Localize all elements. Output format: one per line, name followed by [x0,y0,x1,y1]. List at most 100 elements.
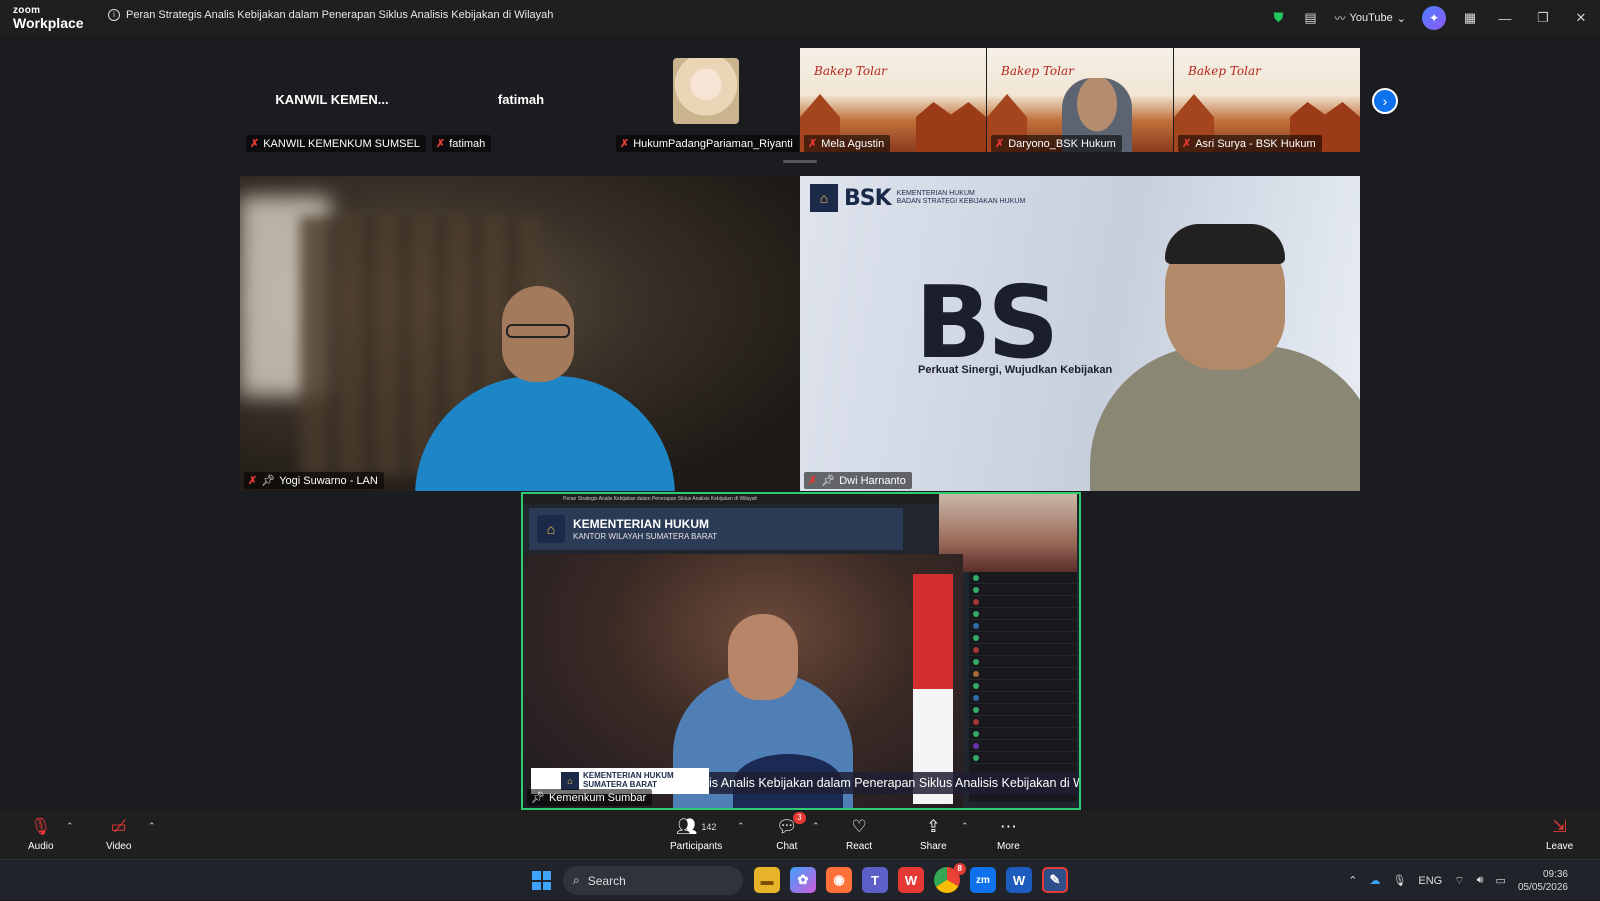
system-tray: ⌃ ☁ 🎙︎ ENG ⌔ 🔊︎ ▭ 09:36 05/05/2026 [1342,860,1600,901]
bsk-logo: ⌂ BSK KEMENTERIAN HUKUM BADAN STRATEGI K… [810,184,1025,212]
video-tile-sumbar-active-speaker[interactable]: Peran Strategis Analis Kebijakan dalam P… [521,492,1081,810]
heart-icon: ♡ [851,817,867,836]
security-shield-icon[interactable]: ⛊ [1271,10,1287,26]
language-indicator[interactable]: ENG [1418,875,1442,887]
mic-off-icon: ✗ [1182,138,1192,150]
audio-button[interactable]: 🎙︎ Audio [28,815,54,852]
zoom-icon[interactable]: zm [970,867,996,893]
pin-icon: 📌︎ [531,792,545,804]
chevron-up-icon[interactable]: ⌃ [1348,874,1357,887]
firefox-icon[interactable]: ◉ [826,867,852,893]
video-tile-yogi[interactable]: ✗ 📌︎ Yogi Suwarno - LAN [240,176,800,491]
react-label: React [846,841,873,852]
mic-off-icon: ✗ [248,475,258,487]
thumbnail-mela[interactable]: Bakep Tolar ✗ Mela Agustin [800,48,986,152]
volume-icon[interactable]: 🔊︎ [1477,874,1484,887]
mic-off-icon: ✗ [436,138,446,150]
more-button[interactable]: ⋯ More [997,815,1020,852]
list-item [969,608,1077,620]
bsk-logo-text: BSK [844,185,892,211]
status-dot [973,706,979,713]
participant-label-text: KANWIL KEMENKUM SUMSEL [263,137,420,150]
participants-count: 142 [701,822,717,832]
wps-icon[interactable]: W [898,867,924,893]
share-options-caret[interactable]: ⌃ [961,821,969,832]
gallery-view-icon[interactable]: ▦ [1462,10,1478,26]
status-dot [973,634,979,641]
participant-label: ✗ 📌︎ Yogi Suwarno - LAN [244,472,384,489]
livestream-youtube-button[interactable]: 〰 YouTube ⌄ [1335,10,1406,26]
status-dot [973,658,979,665]
speaker-head [728,614,798,700]
wifi-icon[interactable]: ⌔ [1454,874,1464,888]
ai-companion-icon[interactable]: ✦ [1422,6,1446,30]
emblem-icon: ⌂ [810,184,838,212]
audio-options-caret[interactable]: ⌃ [66,821,74,832]
zoom-logo: zoom Workplace [13,6,84,31]
meeting-toolbar: 🎙︎ Audio ⌃ ▭̸ Video ⌃ 👥︎ 142 Participants… [0,811,1600,859]
title-bar: zoom Workplace i Peran Strategis Analis … [0,0,1600,36]
participant-name: fatimah [497,92,545,107]
react-button[interactable]: ♡ React [846,815,872,852]
strip-resize-handle[interactable] [783,160,817,163]
logo-bottom-text: Workplace [13,15,84,31]
video-off-icon: ▭̸ [110,817,127,836]
video-tile-dwi[interactable]: ⌂ BSK KEMENTERIAN HUKUM BADAN STRATEGI K… [800,176,1360,491]
more-icon: ⋯ [999,817,1017,836]
meeting-title[interactable]: i Peran Strategis Analis Kebijakan dalam… [108,9,553,21]
restore-button[interactable]: ❐ [1524,10,1562,26]
participants-button[interactable]: 👥︎ 142 Participants [670,815,722,852]
info-icon[interactable]: i [108,9,120,21]
next-page-button[interactable]: › [1372,88,1398,114]
chevron-right-icon: › [1382,93,1388,109]
participant-label-text: Daryono_BSK Hukum [1008,137,1116,150]
leave-button[interactable]: ⇲ Leave [1546,815,1573,852]
list-item [969,716,1077,728]
mic-off-icon: ✗ [995,138,1005,150]
file-explorer-icon[interactable]: ▬ [754,867,780,893]
copilot-icon[interactable]: ✿ [790,867,816,893]
avatar [673,58,739,124]
video-label: Video [106,841,132,852]
thumbnail-daryono[interactable]: Bakep Tolar ✗ Daryono_BSK Hukum [987,48,1173,152]
onedrive-icon[interactable]: ☁ [1369,874,1380,887]
live-stream-icon: 〰 [1334,13,1346,25]
pin-icon: 📌︎ [821,475,836,487]
chrome-icon[interactable]: 8 [934,863,966,893]
status-dot [973,742,979,749]
video-button[interactable]: ▭̸ Video [106,815,131,852]
chat-button[interactable]: 💬︎ 3 Chat [776,812,806,852]
chat-options-caret[interactable]: ⌃ [812,821,820,832]
list-item [969,752,1077,764]
word-icon[interactable]: W [1006,867,1032,893]
status-dot [973,694,979,701]
teams-icon[interactable]: T [862,867,888,893]
list-item [969,704,1077,716]
start-button[interactable] [532,871,551,890]
thumbnail-riyanti[interactable]: ✗ HukumPadangPariaman_Riyanti [612,48,802,152]
mic-off-icon: ✗ [620,138,630,150]
clock[interactable]: 09:36 05/05/2026 [1518,868,1568,894]
minimize-button[interactable]: — [1486,11,1524,26]
participants-options-caret[interactable]: ⌃ [737,821,745,832]
notes-icon[interactable]: ▤ [1303,10,1319,26]
list-item [969,692,1077,704]
shared-header-subtitle: KANTOR WILAYAH SUMATERA BARAT [573,531,718,541]
share-button[interactable]: ⇪ Share [920,815,947,852]
taskbar-search[interactable]: ⌕ Search [563,866,743,895]
thumbnail-asri[interactable]: Bakep Tolar ✗ Asri Surya - BSK Hukum [1174,48,1360,152]
battery-icon[interactable]: ▭ [1496,874,1506,887]
thumbnail-fatimah[interactable]: fatimah ✗ fatimah [428,48,614,152]
participant-label: ✗ Mela Agustin [804,135,891,152]
participant-label: ✗ 📌︎ Dwi Harnanto [804,472,912,489]
chrome-badge: 8 [953,863,966,875]
list-item [969,632,1077,644]
close-button[interactable]: ✕ [1562,10,1600,26]
whiteboard-icon[interactable]: ✎ [1042,867,1068,893]
slide-text: Bakep Tolar [1001,64,1074,78]
list-item [969,620,1077,632]
thumbnail-kanwil[interactable]: KANWIL KEMEN... ✗ KANWIL KEMENKUM SUMSEL [242,48,426,152]
microphone-icon[interactable]: 🎙︎ [1392,874,1406,887]
list-item [969,668,1077,680]
video-options-caret[interactable]: ⌃ [148,821,156,832]
